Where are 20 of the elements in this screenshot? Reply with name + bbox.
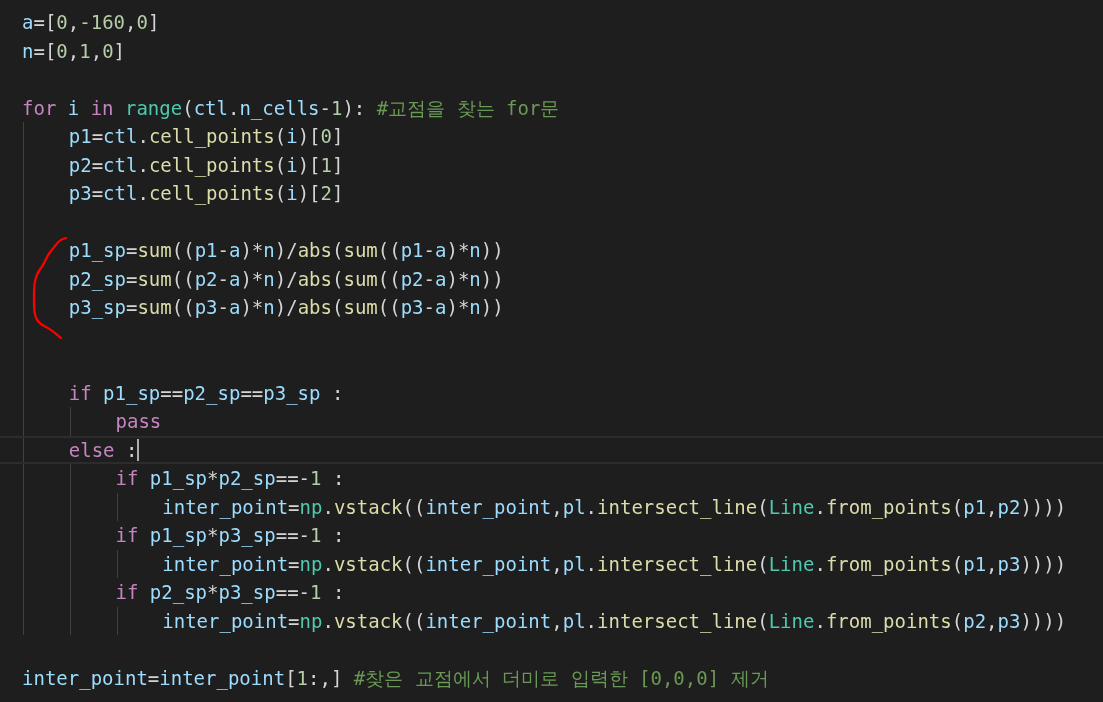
code-line: p1_sp=sum((p1-a)*n)/abs(sum((p1-a)*n)) xyxy=(68,238,504,264)
code-line: pass xyxy=(115,409,162,434)
code-line: a=[0,-160,0] xyxy=(22,10,160,35)
code-line: inter_point=inter_point[1:,] #찾은 교점에서 더미로 입력한 [0,0,0] 제거 xyxy=(22,665,769,692)
code-line: if p2_sp*p3_sp==-1 : xyxy=(115,580,345,606)
code-line: if p1_sp*p3_sp==-1 : xyxy=(115,523,345,549)
code-line: if p1_sp*p2_sp==-1 : xyxy=(115,466,345,492)
code-line: inter_point=np.vstack((inter_point,pl.intersect_line(Line.from_points(p2,p3)))) xyxy=(162,608,1067,635)
code-line: else : xyxy=(68,437,138,463)
code-line: p2_sp=sum((p2-a)*n)/abs(sum((p2-a)*n)) xyxy=(68,266,504,293)
code-line: if p1_sp==p2_sp==p3_sp : xyxy=(68,380,344,407)
code-line: p1=ctl.cell_points(i)[0] xyxy=(68,124,344,150)
code-line: inter_point=np.vstack((inter_point,pl.intersect_line(Line.from_points(p1,p2)))) xyxy=(162,494,1067,521)
text-cursor xyxy=(137,438,140,461)
code-line: p2=ctl.cell_points(i)[1] xyxy=(68,152,344,179)
code-line: p3=ctl.cell_points(i)[2] xyxy=(68,181,344,207)
code-line: p3_sp=sum((p3-a)*n)/abs(sum((p3-a)*n)) xyxy=(68,295,504,321)
code-line: inter_point=np.vstack((inter_point,pl.intersect_line(Line.from_points(p1,p3)))) xyxy=(162,551,1067,578)
code-line: n=[0,1,0] xyxy=(22,38,126,64)
code-line: for i in range(ctl.n_cells-1): #교점을 찾는 for문 xyxy=(22,95,560,122)
